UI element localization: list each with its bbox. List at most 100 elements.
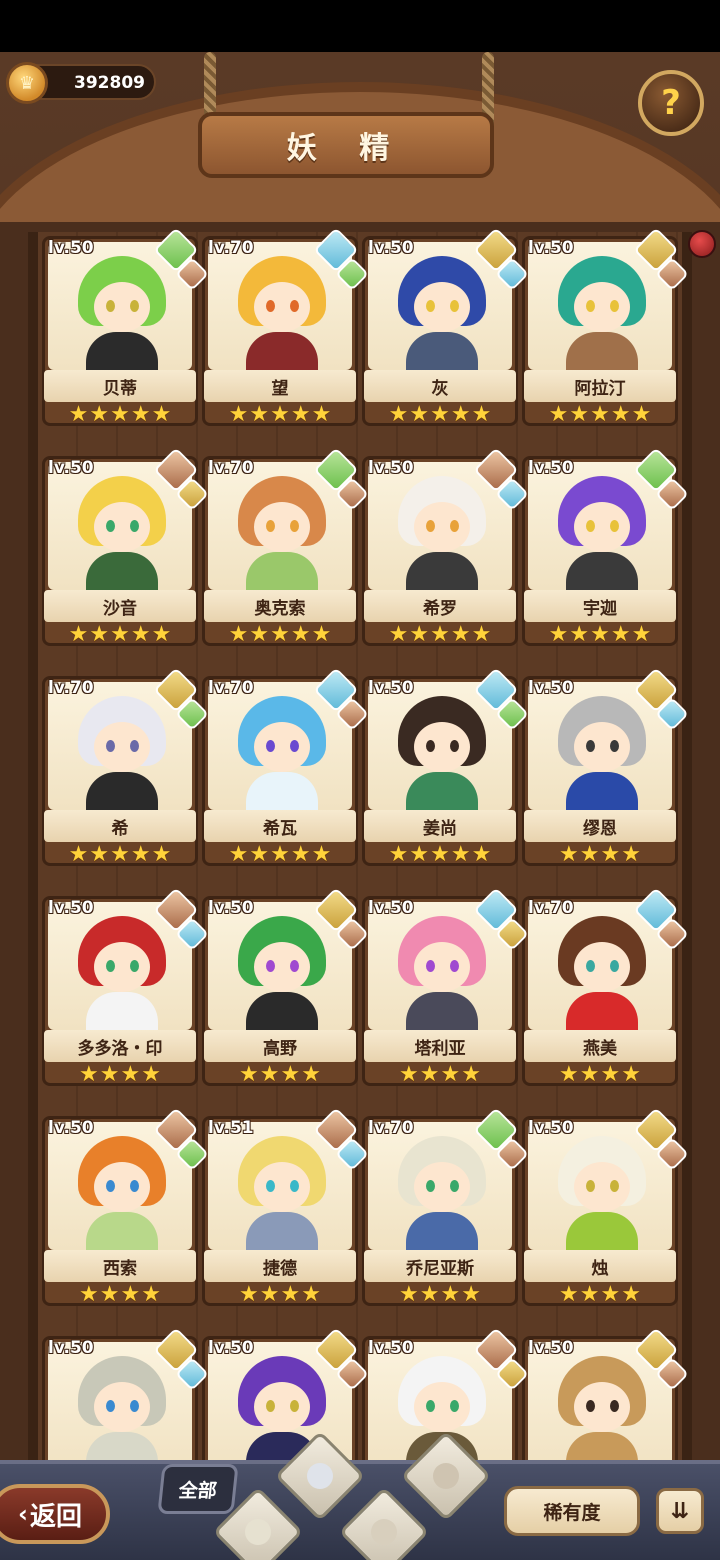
fairy-card[interactable]: lv.50 西索 ★ ★ ★ ★ bbox=[42, 1107, 209, 1316]
character-body bbox=[566, 772, 638, 810]
star-icon: ★ bbox=[79, 1062, 99, 1087]
fairy-name: 奥克索 bbox=[204, 590, 356, 622]
star-icon: ★ bbox=[79, 1282, 99, 1307]
character-body bbox=[566, 992, 638, 1030]
character-eye bbox=[130, 300, 139, 312]
star-rating: ★ ★ ★ ★ bbox=[202, 1062, 358, 1090]
character-face bbox=[94, 282, 150, 332]
character-eye bbox=[450, 520, 459, 532]
fairy-card[interactable]: lv.50 贝蒂 ★ ★ ★ ★ ★ bbox=[42, 227, 209, 436]
level-label: lv.50 bbox=[48, 898, 94, 918]
star-icon: ★ bbox=[471, 402, 492, 427]
character-face bbox=[94, 942, 150, 992]
character-body bbox=[246, 1212, 318, 1250]
fairy-card[interactable]: lv.70 望 ★ ★ ★ ★ ★ bbox=[202, 227, 369, 436]
fairy-card[interactable]: lv.50 塔利亚 ★ ★ ★ ★ bbox=[362, 887, 529, 1096]
character-body bbox=[406, 992, 478, 1030]
star-icon: ★ bbox=[559, 1282, 579, 1307]
character-face bbox=[254, 722, 310, 772]
star-icon: ★ bbox=[270, 402, 290, 427]
character-eye bbox=[426, 740, 435, 752]
sort-order-button[interactable]: ⇊ bbox=[656, 1488, 704, 1534]
fairy-card[interactable]: lv.50 烛 ★ ★ ★ ★ bbox=[522, 1107, 689, 1316]
level-label: lv.50 bbox=[528, 458, 574, 478]
character-eye bbox=[266, 1180, 275, 1192]
character-eye bbox=[610, 960, 619, 972]
character-eye bbox=[290, 1180, 299, 1192]
star-icon: ★ bbox=[621, 1062, 641, 1087]
star-icon: ★ bbox=[120, 1282, 141, 1307]
character-eye bbox=[610, 1180, 619, 1192]
star-icon: ★ bbox=[399, 1062, 419, 1087]
filter-all-button[interactable]: 全部 bbox=[157, 1464, 239, 1514]
star-icon: ★ bbox=[259, 1062, 280, 1087]
character-eye bbox=[266, 960, 275, 972]
fairy-name: 望 bbox=[204, 370, 356, 402]
star-rating: ★ ★ ★ ★ ★ bbox=[522, 402, 678, 430]
star-rating: ★ ★ ★ ★ bbox=[202, 1282, 358, 1310]
character-eye bbox=[610, 300, 619, 312]
character-face bbox=[574, 942, 630, 992]
fairy-card[interactable]: lv.50 希罗 ★ ★ ★ ★ ★ bbox=[362, 447, 529, 656]
fairy-card[interactable]: lv.50 阿拉汀 ★ ★ ★ ★ ★ bbox=[522, 227, 689, 436]
star-icon: ★ bbox=[99, 1282, 120, 1307]
character-eye bbox=[290, 960, 299, 972]
level-label: lv.70 bbox=[48, 678, 94, 698]
star-rating: ★ ★ ★ ★ bbox=[42, 1282, 198, 1310]
star-icon: ★ bbox=[239, 1282, 259, 1307]
sort-rarity-button[interactable]: 稀有度 bbox=[504, 1486, 640, 1536]
star-icon: ★ bbox=[388, 842, 409, 867]
help-button[interactable]: ? bbox=[638, 70, 704, 136]
star-icon: ★ bbox=[388, 402, 409, 427]
character-eye bbox=[450, 1180, 459, 1192]
character-eye bbox=[586, 960, 595, 972]
fairy-card[interactable]: lv.70 奥克索 ★ ★ ★ ★ ★ bbox=[202, 447, 369, 656]
back-button[interactable]: ‹ 返回 bbox=[0, 1484, 110, 1544]
character-body bbox=[246, 772, 318, 810]
star-icon: ★ bbox=[280, 1062, 301, 1087]
level-label: lv.50 bbox=[208, 898, 254, 918]
level-label: lv.70 bbox=[528, 898, 574, 918]
fairy-card[interactable]: lv.50 宇迦 ★ ★ ★ ★ ★ bbox=[522, 447, 689, 656]
star-icon: ★ bbox=[130, 402, 151, 427]
character-body bbox=[566, 332, 638, 370]
ladybug-icon[interactable] bbox=[688, 230, 716, 258]
character-face bbox=[414, 1162, 470, 1212]
fairy-card[interactable]: lv.50 灰 ★ ★ ★ ★ ★ bbox=[362, 227, 529, 436]
star-icon: ★ bbox=[579, 1062, 600, 1087]
character-face bbox=[574, 1162, 630, 1212]
character-body bbox=[406, 552, 478, 590]
level-label: lv.70 bbox=[368, 1118, 414, 1138]
title-board: 妖 精 bbox=[198, 112, 494, 178]
fairy-card[interactable]: lv.50 多多洛・印 ★ ★ ★ ★ bbox=[42, 887, 209, 1096]
fairy-name: 贝蒂 bbox=[44, 370, 196, 402]
character-eye bbox=[586, 1400, 595, 1412]
fairy-card[interactable]: lv.70 希 ★ ★ ★ ★ ★ bbox=[42, 667, 209, 876]
fairy-card[interactable]: lv.70 乔尼亚斯 ★ ★ ★ ★ bbox=[362, 1107, 529, 1316]
fairy-card[interactable]: lv.70 希瓦 ★ ★ ★ ★ ★ bbox=[202, 667, 369, 876]
star-icon: ★ bbox=[430, 842, 450, 867]
star-rating: ★ ★ ★ ★ bbox=[42, 1062, 198, 1090]
star-icon: ★ bbox=[130, 842, 151, 867]
star-icon: ★ bbox=[450, 842, 471, 867]
fairy-card[interactable]: lv.70 燕美 ★ ★ ★ ★ bbox=[522, 887, 689, 1096]
star-icon: ★ bbox=[311, 842, 332, 867]
fairy-card[interactable]: lv.50 沙音 ★ ★ ★ ★ ★ bbox=[42, 447, 209, 656]
character-eye bbox=[586, 1180, 595, 1192]
star-icon: ★ bbox=[141, 1062, 161, 1087]
star-icon: ★ bbox=[559, 842, 579, 867]
fairy-card[interactable]: lv.50 缪恩 ★ ★ ★ ★ bbox=[522, 667, 689, 876]
fairy-card[interactable]: lv.50 高野 ★ ★ ★ ★ bbox=[202, 887, 369, 1096]
character-eye bbox=[106, 1400, 115, 1412]
status-bar bbox=[0, 0, 720, 52]
character-eye bbox=[130, 960, 139, 972]
star-icon: ★ bbox=[600, 1062, 621, 1087]
fairy-card[interactable]: lv.51 捷德 ★ ★ ★ ★ bbox=[202, 1107, 369, 1316]
star-rating: ★ ★ ★ ★ ★ bbox=[362, 842, 518, 870]
star-icon: ★ bbox=[249, 402, 270, 427]
level-label: lv.50 bbox=[528, 678, 574, 698]
filter-earth-button[interactable] bbox=[338, 1486, 430, 1560]
star-icon: ★ bbox=[461, 1062, 481, 1087]
fairy-card[interactable]: lv.50 姜尚 ★ ★ ★ ★ ★ bbox=[362, 667, 529, 876]
character-eye bbox=[106, 960, 115, 972]
